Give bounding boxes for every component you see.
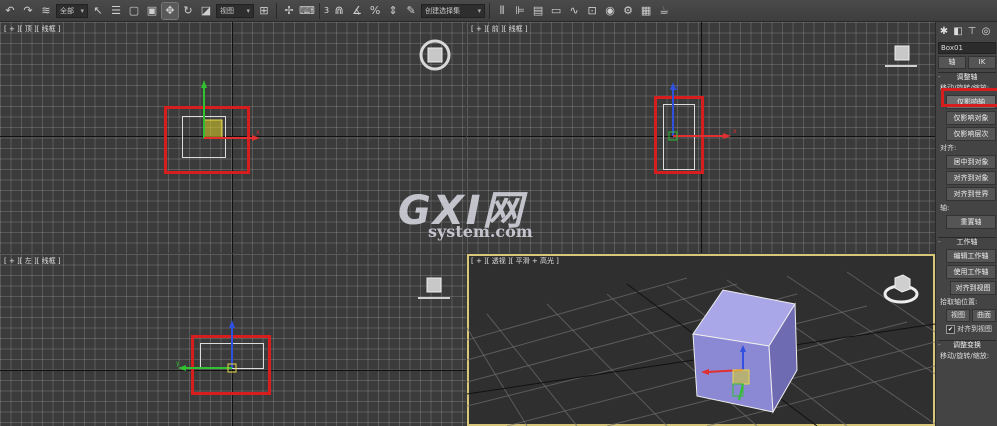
- affect-hierarchy-only-button[interactable]: 仅影响层次: [946, 127, 996, 141]
- schematic-view-icon[interactable]: ⊡: [584, 3, 600, 19]
- place-pivot-surface-button[interactable]: 曲面: [972, 309, 996, 322]
- move-gizmo[interactable]: [695, 342, 775, 412]
- window-crossing-icon[interactable]: ▣: [144, 3, 160, 19]
- dropdown-arrow-icon: ▾: [246, 6, 250, 15]
- mirror-icon[interactable]: ⫴: [494, 3, 510, 19]
- reference-coordinate-dropdown[interactable]: 视图 ▾: [216, 3, 254, 18]
- viewcube-icon[interactable]: [418, 38, 452, 72]
- spinner-snap-icon[interactable]: ⇕: [385, 3, 401, 19]
- select-and-scale-icon[interactable]: ◪: [198, 3, 214, 19]
- edit-working-pivot-button[interactable]: 编辑工作轴: [946, 249, 996, 263]
- render-production-icon[interactable]: ☕: [656, 3, 672, 19]
- rect-selection-icon[interactable]: ▢: [126, 3, 142, 19]
- select-object-icon[interactable]: ↖: [90, 3, 106, 19]
- use-working-pivot-button[interactable]: 使用工作轴: [946, 265, 996, 279]
- center-to-object-button[interactable]: 居中到对象: [946, 155, 996, 169]
- select-and-move-icon[interactable]: ✥: [161, 1, 179, 20]
- gizmo-z-label: z: [675, 85, 678, 92]
- move-gizmo[interactable]: z x: [663, 78, 743, 168]
- gizmo-y-label: y: [202, 85, 206, 92]
- main-toolbar: ↶ ↷ ≋ 全部 ▾ ↖ ☰ ▢ ▣ ✥ ↻ ◪ 视图 ▾ ⊞ ✢ ⌨ 3 ⋒ ∡ …: [0, 0, 997, 22]
- gizmo-y-label: y: [176, 360, 180, 367]
- align-to-object-button[interactable]: 对齐到对象: [946, 171, 996, 185]
- named-selection-set-dropdown[interactable]: 创建选择集 ▾: [421, 3, 486, 18]
- alignment-label: 对齐:: [940, 144, 957, 152]
- object-name-field[interactable]: Box01: [938, 42, 996, 54]
- place-pivot-view-button[interactable]: 视图: [946, 309, 970, 322]
- pivot-tab-button[interactable]: 轴: [938, 56, 966, 69]
- viewport-label[interactable]: [ + ][ 顶 ][ 线框 ]: [4, 24, 61, 34]
- rendered-frame-icon[interactable]: ▦: [638, 3, 654, 19]
- percent-snap-icon[interactable]: %: [367, 3, 383, 19]
- viewcube-icon[interactable]: [883, 42, 919, 72]
- viewcube-icon[interactable]: [416, 274, 452, 304]
- select-and-rotate-icon[interactable]: ↻: [180, 3, 196, 19]
- edit-named-selection-icon[interactable]: ✎: [403, 3, 419, 19]
- dropdown-arrow-icon: ▾: [477, 6, 482, 15]
- bind-spacewarp-icon[interactable]: ≋: [38, 3, 54, 19]
- working-pivot-rollout[interactable]: - 工作轴: [938, 237, 996, 247]
- affect-pivot-highlight: [941, 88, 997, 107]
- modify-tab-icon[interactable]: ◧: [952, 25, 964, 37]
- viewport-label[interactable]: [ + ][ 透视 ][ 平滑 + 高光 ]: [471, 256, 559, 266]
- select-by-name-icon[interactable]: ☰: [108, 3, 124, 19]
- move-gizmo[interactable]: y x: [196, 78, 266, 168]
- undo-icon[interactable]: ↶: [2, 3, 18, 19]
- snaps-toggle-icon[interactable]: ⋒: [331, 3, 347, 19]
- pivot-label: 轴:: [940, 204, 950, 212]
- align-to-view-button[interactable]: 对齐到视图: [950, 281, 996, 295]
- viewport-label[interactable]: [ + ][ 左 ][ 线框 ]: [4, 256, 61, 266]
- viewcube-icon[interactable]: [881, 272, 921, 306]
- adjust-transform-move-label: 移动/旋转/缩放:: [940, 352, 990, 360]
- align-to-world-button[interactable]: 对齐到世界: [946, 187, 996, 201]
- keyboard-shortcut-icon[interactable]: ⌨: [299, 3, 315, 19]
- adjust-transform-rollout[interactable]: - 调整变换: [938, 340, 996, 350]
- viewport-left[interactable]: [ + ][ 左 ][ 线框 ] y: [0, 254, 466, 426]
- command-panel: ✱ ◧ ⊤ ◎ Box01 轴 IK - 调整轴 移动/旋转/缩放: 仅影响轴 仅…: [935, 22, 997, 426]
- viewport-label[interactable]: [ + ][ 前 ][ 线框 ]: [471, 24, 528, 34]
- redo-icon[interactable]: ↷: [20, 3, 36, 19]
- gizmo-x-label: x: [256, 129, 260, 136]
- dropdown-arrow-icon: ▾: [80, 6, 84, 15]
- place-pivot-label: 拾取轴位置:: [940, 298, 978, 306]
- graphite-ribbon-icon[interactable]: ▭: [548, 3, 564, 19]
- adjust-pivot-rollout[interactable]: - 调整轴: [938, 72, 996, 82]
- affect-object-only-button[interactable]: 仅影响对象: [946, 111, 996, 125]
- checkbox-checked-icon[interactable]: ✔: [946, 324, 955, 334]
- snap-toggle-value[interactable]: 3: [324, 6, 329, 15]
- pivot-center-icon[interactable]: ⊞: [256, 3, 272, 19]
- viewport-front[interactable]: [ + ][ 前 ][ 线框 ] z x: [467, 22, 935, 253]
- motion-tab-icon[interactable]: ◎: [980, 25, 992, 37]
- command-panel-tabs: ✱ ◧ ⊤ ◎: [936, 22, 997, 40]
- viewport-top[interactable]: [ + ][ 顶 ][ 线框 ] y x: [0, 22, 466, 253]
- selection-filter-dropdown[interactable]: 全部 ▾: [56, 3, 88, 18]
- reset-pivot-button[interactable]: 重置轴: [946, 215, 996, 229]
- move-gizmo[interactable]: y: [176, 316, 246, 382]
- align-icon[interactable]: ⊫: [512, 3, 528, 19]
- manipulate-icon[interactable]: ✢: [281, 3, 297, 19]
- angle-snap-icon[interactable]: ∡: [349, 3, 365, 19]
- material-editor-icon[interactable]: ◉: [602, 3, 618, 19]
- render-setup-icon[interactable]: ⚙: [620, 3, 636, 19]
- layer-manager-icon[interactable]: ▤: [530, 3, 546, 19]
- curve-editor-icon[interactable]: ∿: [566, 3, 582, 19]
- ik-tab-button[interactable]: IK: [968, 56, 996, 69]
- hierarchy-tab-icon[interactable]: ⊤: [966, 25, 978, 37]
- align-to-view-checkbox[interactable]: ✔ 对齐到视图: [946, 324, 996, 334]
- viewport-perspective[interactable]: [ + ][ 透视 ][ 平滑 + 高光 ]: [467, 254, 935, 426]
- gizmo-x-label: x: [733, 128, 737, 135]
- create-tab-icon[interactable]: ✱: [938, 25, 950, 37]
